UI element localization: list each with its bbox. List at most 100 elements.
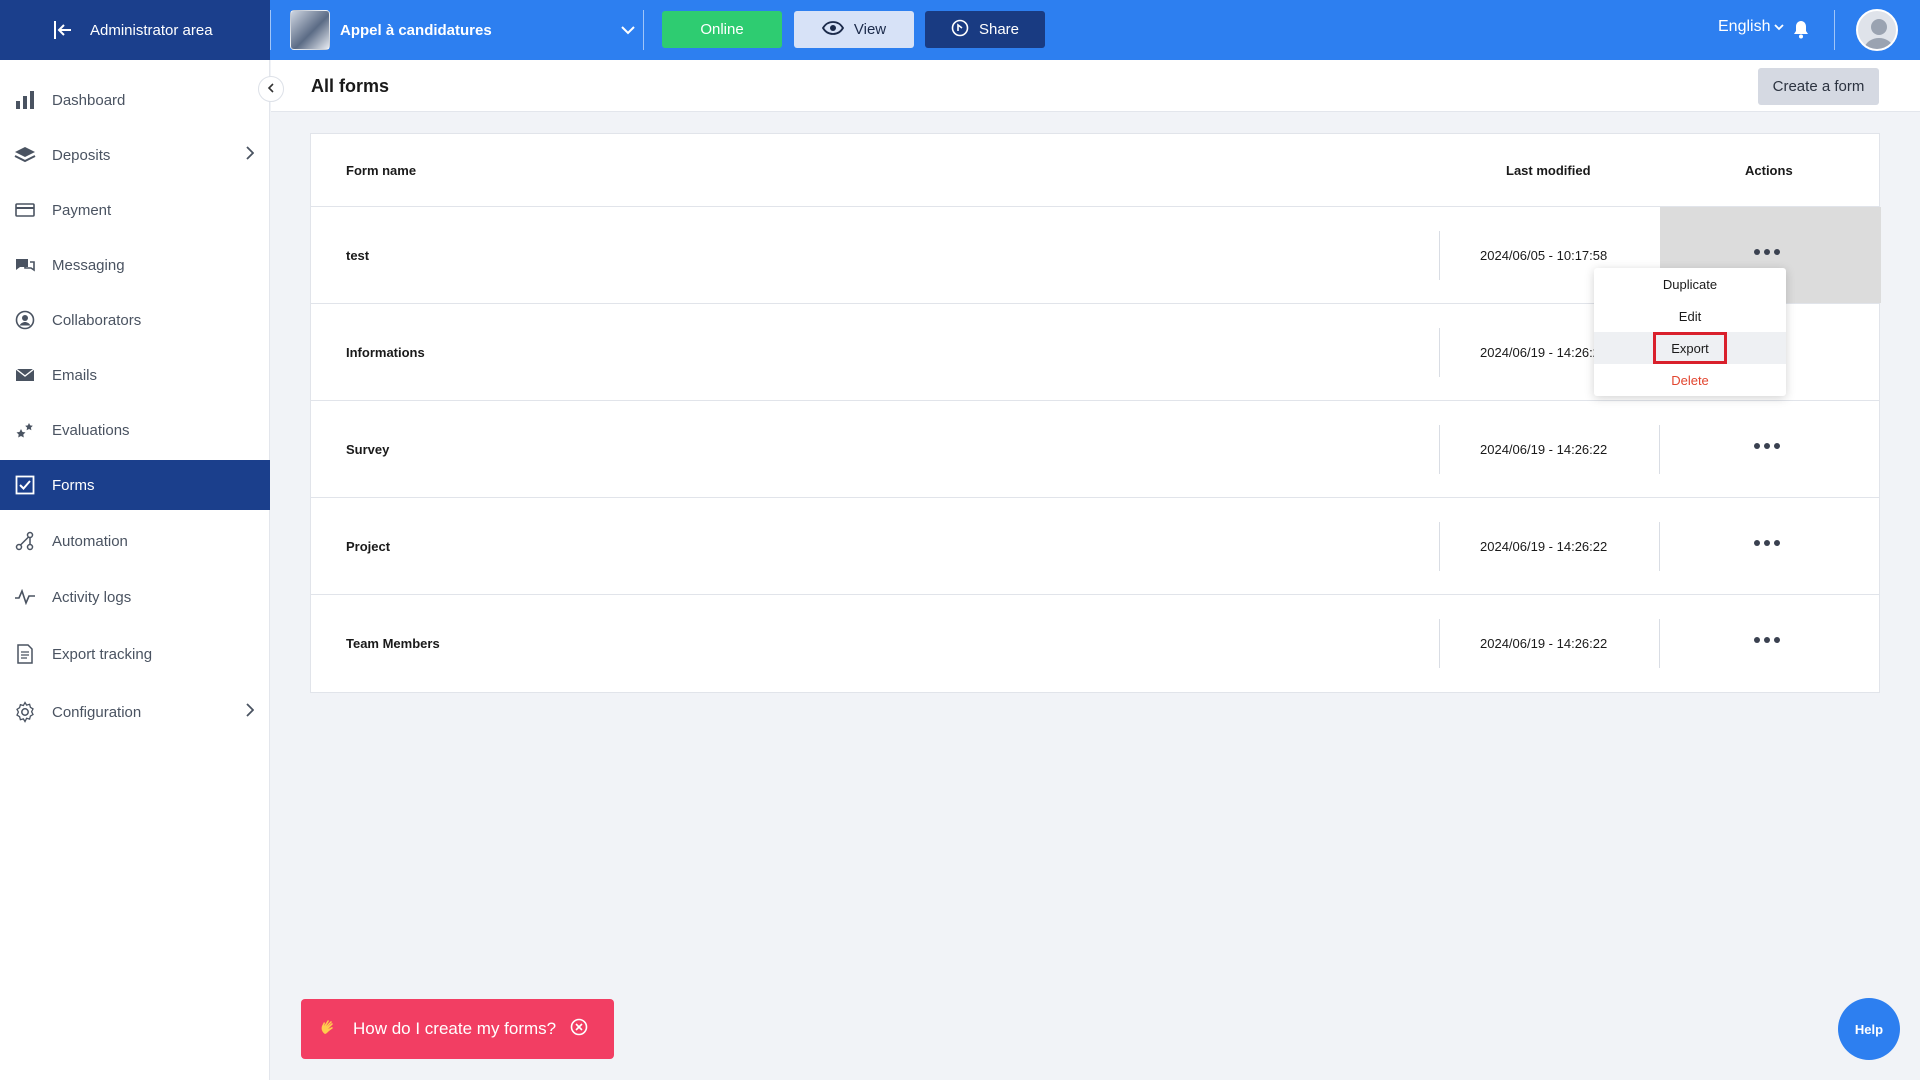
document-icon bbox=[14, 643, 36, 665]
divider bbox=[1439, 522, 1440, 571]
more-actions-icon[interactable] bbox=[1754, 245, 1786, 259]
event-thumbnail bbox=[290, 10, 330, 50]
view-button[interactable]: View bbox=[794, 11, 914, 48]
table-row[interactable]: Survey 2024/06/19 - 14:26:22 bbox=[311, 401, 1879, 498]
language-label: English bbox=[1718, 18, 1771, 35]
create-form-button[interactable]: Create a form bbox=[1758, 68, 1879, 105]
more-actions-icon[interactable] bbox=[1754, 536, 1786, 550]
last-modified: 2024/06/19 - 14:26:22 bbox=[1480, 636, 1608, 651]
chevron-left-icon bbox=[267, 80, 275, 98]
form-name: Team Members bbox=[346, 636, 440, 651]
share-label: Share bbox=[978, 21, 1020, 38]
view-label: View bbox=[853, 21, 887, 38]
divider bbox=[1439, 425, 1440, 474]
checkbox-icon bbox=[14, 474, 36, 496]
sidebar-item-emails[interactable]: Emails bbox=[0, 350, 270, 400]
menu-item-label: Delete bbox=[1671, 372, 1709, 388]
stars-icon bbox=[14, 419, 36, 441]
exit-arrow-icon bbox=[50, 17, 76, 43]
divider bbox=[643, 10, 644, 50]
event-name: Appel à candidatures bbox=[340, 21, 492, 39]
sidebar-item-label: Payment bbox=[52, 201, 112, 219]
share-button[interactable]: Share bbox=[925, 11, 1045, 48]
sidebar-item-label: Forms bbox=[52, 476, 95, 494]
sidebar-item-label: Collaborators bbox=[52, 311, 142, 329]
menu-item-edit[interactable]: Edit bbox=[1594, 300, 1786, 332]
forms-table: Form name Last modified Actions test 202… bbox=[310, 133, 1881, 693]
caret-down-icon bbox=[1774, 18, 1785, 36]
administrator-area-label: Administrator area bbox=[90, 21, 213, 39]
form-name: test bbox=[346, 248, 370, 263]
sidebar-item-label: Messaging bbox=[52, 256, 125, 274]
user-circle-icon bbox=[14, 309, 36, 331]
automation-icon bbox=[14, 530, 36, 552]
column-header-form-name: Form name bbox=[346, 163, 417, 178]
table-row[interactable]: Team Members 2024/06/19 - 14:26:22 bbox=[311, 595, 1879, 692]
divider bbox=[1659, 619, 1660, 668]
help-label: Help bbox=[1854, 1021, 1884, 1037]
divider bbox=[1659, 425, 1660, 474]
sidebar-item-evaluations[interactable]: Evaluations bbox=[0, 405, 270, 455]
divider bbox=[1439, 231, 1440, 280]
sidebar-item-payment[interactable]: Payment bbox=[0, 185, 270, 235]
create-form-label: Create a form bbox=[1772, 78, 1865, 95]
administrator-area-link[interactable]: Administrator area bbox=[0, 0, 270, 60]
column-header-last-modified: Last modified bbox=[1506, 163, 1591, 178]
chevron-down-icon bbox=[621, 22, 635, 39]
tip-text: How do I create my forms? bbox=[353, 1019, 557, 1038]
help-tip-banner[interactable]: How do I create my forms? bbox=[301, 999, 614, 1059]
menu-item-label: Edit bbox=[1678, 308, 1702, 324]
event-selector[interactable]: Appel à candidatures bbox=[290, 9, 635, 51]
form-name: Informations bbox=[346, 345, 425, 360]
envelope-icon bbox=[14, 364, 36, 386]
online-label: Online bbox=[700, 21, 744, 38]
menu-item-duplicate[interactable]: Duplicate bbox=[1594, 268, 1786, 300]
sidebar-item-configuration[interactable]: Configuration bbox=[0, 687, 270, 737]
waving-hand-icon bbox=[319, 1017, 339, 1042]
close-circle-icon[interactable] bbox=[570, 1018, 588, 1041]
sidebar-item-export-tracking[interactable]: Export tracking bbox=[0, 629, 270, 679]
sidebar-item-activity-logs[interactable]: Activity logs bbox=[0, 572, 270, 622]
last-modified: 2024/06/05 - 10:17:58 bbox=[1480, 248, 1608, 263]
online-status-button[interactable]: Online bbox=[662, 11, 782, 48]
last-modified: 2024/06/19 - 14:26:22 bbox=[1480, 442, 1608, 457]
language-selector[interactable]: English bbox=[1718, 18, 1785, 36]
sidebar-item-automation[interactable]: Automation bbox=[0, 516, 270, 566]
menu-item-delete[interactable]: Delete bbox=[1594, 364, 1786, 396]
divider bbox=[1659, 522, 1660, 571]
table-row[interactable]: Project 2024/06/19 - 14:26:22 bbox=[311, 498, 1879, 595]
avatar[interactable] bbox=[1856, 9, 1898, 51]
sidebar-item-label: Automation bbox=[52, 532, 128, 550]
chevron-right-icon bbox=[246, 146, 255, 164]
divider bbox=[1439, 328, 1440, 377]
share-icon bbox=[951, 19, 969, 41]
sidebar-item-label: Activity logs bbox=[52, 588, 132, 606]
sidebar-item-forms[interactable]: Forms bbox=[0, 460, 270, 510]
credit-card-icon bbox=[14, 199, 36, 221]
sidebar-item-deposits[interactable]: Deposits bbox=[0, 130, 270, 180]
last-modified: 2024/06/19 - 14:26:22 bbox=[1480, 539, 1608, 554]
sidebar-item-messaging[interactable]: Messaging bbox=[0, 240, 270, 290]
eye-icon bbox=[821, 20, 844, 39]
top-bar: Administrator area Appel à candidatures … bbox=[0, 0, 1920, 60]
sidebar: Dashboard Deposits Payment Messaging Col… bbox=[0, 60, 270, 1080]
bar-chart-icon bbox=[14, 89, 36, 111]
divider bbox=[1439, 619, 1440, 668]
more-actions-icon[interactable] bbox=[1754, 633, 1786, 647]
help-button[interactable]: Help bbox=[1838, 998, 1900, 1060]
bell-icon[interactable] bbox=[1792, 19, 1810, 44]
page-header: All forms Create a form bbox=[271, 60, 1920, 112]
sidebar-item-label: Dashboard bbox=[52, 91, 126, 109]
sidebar-item-dashboard[interactable]: Dashboard bbox=[0, 75, 270, 125]
collapse-sidebar-button[interactable] bbox=[258, 76, 284, 102]
menu-item-label: Duplicate bbox=[1662, 276, 1718, 292]
divider bbox=[1834, 10, 1835, 50]
page-title: All forms bbox=[311, 76, 390, 96]
last-modified: 2024/06/19 - 14:26:22 bbox=[1480, 345, 1608, 360]
layers-icon bbox=[14, 144, 36, 166]
more-actions-icon[interactable] bbox=[1754, 439, 1786, 453]
pulse-icon bbox=[14, 586, 36, 608]
form-name: Project bbox=[346, 539, 391, 554]
table-header: Form name Last modified Actions bbox=[311, 134, 1879, 207]
sidebar-item-collaborators[interactable]: Collaborators bbox=[0, 295, 270, 345]
